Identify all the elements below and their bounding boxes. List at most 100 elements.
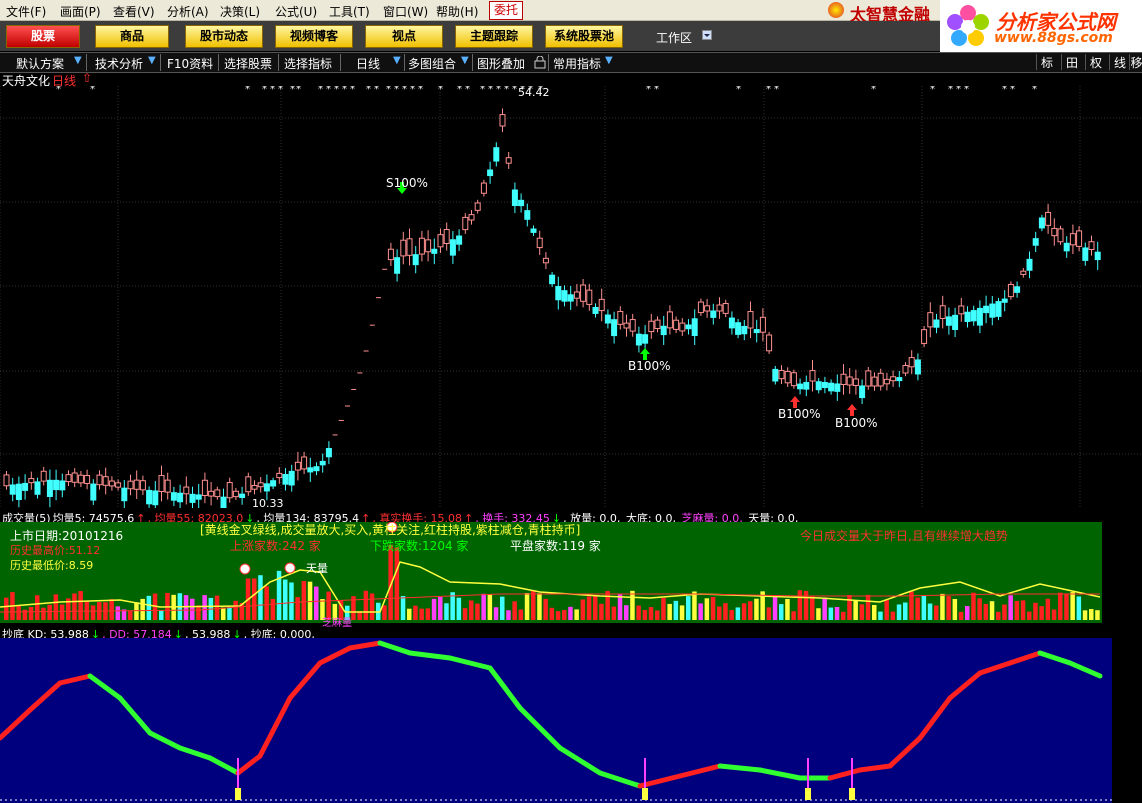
candlestick-chart[interactable]: * * * * * * * * * * * * * * * * * * * * * * * * * * * * * * * * * * * * * * * *… [0, 86, 1142, 508]
candle [852, 378, 859, 386]
volume-bar [1033, 602, 1038, 620]
volume-bar [853, 600, 858, 620]
candle [828, 382, 835, 392]
candle [883, 378, 890, 385]
volume-bar [816, 608, 821, 620]
toolbar-multi-chart[interactable]: 多图组合 [408, 55, 456, 72]
flat-count: 平盘家数:119 家 [510, 539, 601, 553]
star-marker: * [410, 86, 415, 95]
candle [1094, 251, 1101, 261]
site-url[interactable]: www.88gs.com [994, 30, 1113, 46]
candle [753, 329, 760, 334]
tab-theme-tracking[interactable]: 主题跟踪 [455, 25, 533, 48]
volume-bar [568, 606, 573, 620]
volume-bar [128, 611, 133, 620]
volume-bar [636, 605, 641, 620]
candle [747, 311, 754, 329]
toolbar-technical-analysis[interactable]: 技术分析 [95, 55, 143, 72]
volume-bar [363, 590, 369, 620]
candle [511, 189, 518, 207]
toolbar-daily-line[interactable]: 日线 [356, 55, 380, 72]
star-marker: * [774, 86, 779, 95]
candle [400, 239, 407, 257]
tab-market-news[interactable]: 股市动态 [185, 25, 263, 48]
chevron-down-icon[interactable]: ▼ [74, 55, 82, 66]
candle [1051, 227, 1058, 237]
candle [468, 214, 475, 221]
volume-bar [425, 608, 431, 620]
toolbar-mark-button[interactable]: 标 [1036, 54, 1057, 70]
toolbar-select-indicator[interactable]: 选择指标 [284, 55, 332, 72]
toolbar-rights-button[interactable]: 权 [1085, 54, 1106, 70]
toolbar-line-button[interactable]: 线 [1109, 54, 1130, 70]
toolbar-grid-button[interactable]: 田 [1061, 54, 1082, 70]
menu-view-screen[interactable]: 画面(P) [60, 3, 101, 20]
menu-decision[interactable]: 决策(L) [220, 3, 260, 20]
volume-bar [252, 578, 257, 620]
chevron-down-icon[interactable]: ▼ [461, 55, 469, 66]
volume-bar [1014, 601, 1020, 620]
volume-bar [307, 581, 313, 620]
candle [939, 305, 946, 319]
tab-bar: 股票 商品 股市动态 视频博客 视点 主题跟踪 系统股票池 工作区 [0, 21, 940, 51]
workzone-label[interactable]: 工作区 [656, 29, 692, 46]
candle [65, 474, 72, 483]
star-marker: * [296, 86, 301, 95]
candle [803, 382, 810, 390]
candle [623, 322, 630, 329]
menu-view[interactable]: 查看(V) [113, 3, 155, 20]
chevron-down-icon[interactable]: ▼ [605, 55, 613, 66]
entrust-button[interactable]: 委托 [489, 1, 523, 20]
kd-background [0, 638, 1142, 803]
candle [697, 301, 704, 314]
volume-bar [53, 594, 59, 620]
tab-viewpoint[interactable]: 视点 [365, 25, 443, 48]
volume-bar [803, 590, 809, 620]
volume-bar [810, 595, 815, 620]
candle [480, 182, 487, 194]
down-count: 下跌家数:1204 家 [370, 539, 469, 553]
tab-commodities[interactable]: 商品 [95, 25, 169, 48]
volume-bar [841, 611, 846, 620]
candle [840, 373, 847, 385]
menu-file[interactable]: 文件(F) [6, 3, 46, 20]
menu-analysis[interactable]: 分析(A) [167, 3, 209, 20]
star-marker: * [646, 86, 651, 95]
candle [952, 314, 959, 330]
candle [815, 381, 822, 391]
tianliang-label: 天量 [306, 562, 328, 575]
workzone-dropdown-icon[interactable] [702, 30, 712, 40]
toolbar-divider [472, 54, 473, 71]
toolbar-select-stock[interactable]: 选择股票 [224, 55, 272, 72]
toolbar-default-scheme[interactable]: 默认方案 [16, 55, 64, 72]
toolbar-f10[interactable]: F10资料 [167, 55, 213, 72]
volume-bar [648, 607, 654, 620]
chevron-down-icon[interactable]: ▼ [148, 55, 156, 66]
tab-stock-pool[interactable]: 系统股票池 [545, 25, 623, 48]
menu-window[interactable]: 窗口(W) [383, 3, 428, 20]
menu-tools[interactable]: 工具(T) [329, 3, 370, 20]
menu-help[interactable]: 帮助(H) [436, 3, 478, 20]
lock-icon[interactable] [534, 56, 546, 69]
candle [474, 202, 481, 211]
candle [865, 370, 872, 387]
menu-formula[interactable]: 公式(U) [275, 3, 317, 20]
volume-bar [531, 590, 536, 620]
candle [245, 476, 252, 493]
volume-bar [977, 598, 982, 620]
tab-stocks[interactable]: 股票 [6, 25, 80, 48]
kd-indicator-chart[interactable] [0, 638, 1142, 803]
period-arrow-icon[interactable]: ⇧ [82, 71, 92, 85]
site-banner: 分析家公式网 www.88gs.com [940, 0, 1142, 52]
toolbar-move-button[interactable]: 移 [1129, 54, 1142, 70]
volume-bar [574, 609, 579, 620]
candle [437, 234, 444, 248]
chevron-down-icon[interactable]: ▼ [393, 55, 401, 66]
toolbar-common-indicators[interactable]: 常用指标 [553, 55, 601, 72]
candle [1088, 241, 1095, 251]
candle [790, 372, 797, 387]
toolbar-overlay[interactable]: 图形叠加 [477, 55, 525, 72]
candle [964, 311, 971, 323]
candle [1045, 211, 1052, 226]
tab-video-blog[interactable]: 视频博客 [275, 25, 353, 48]
